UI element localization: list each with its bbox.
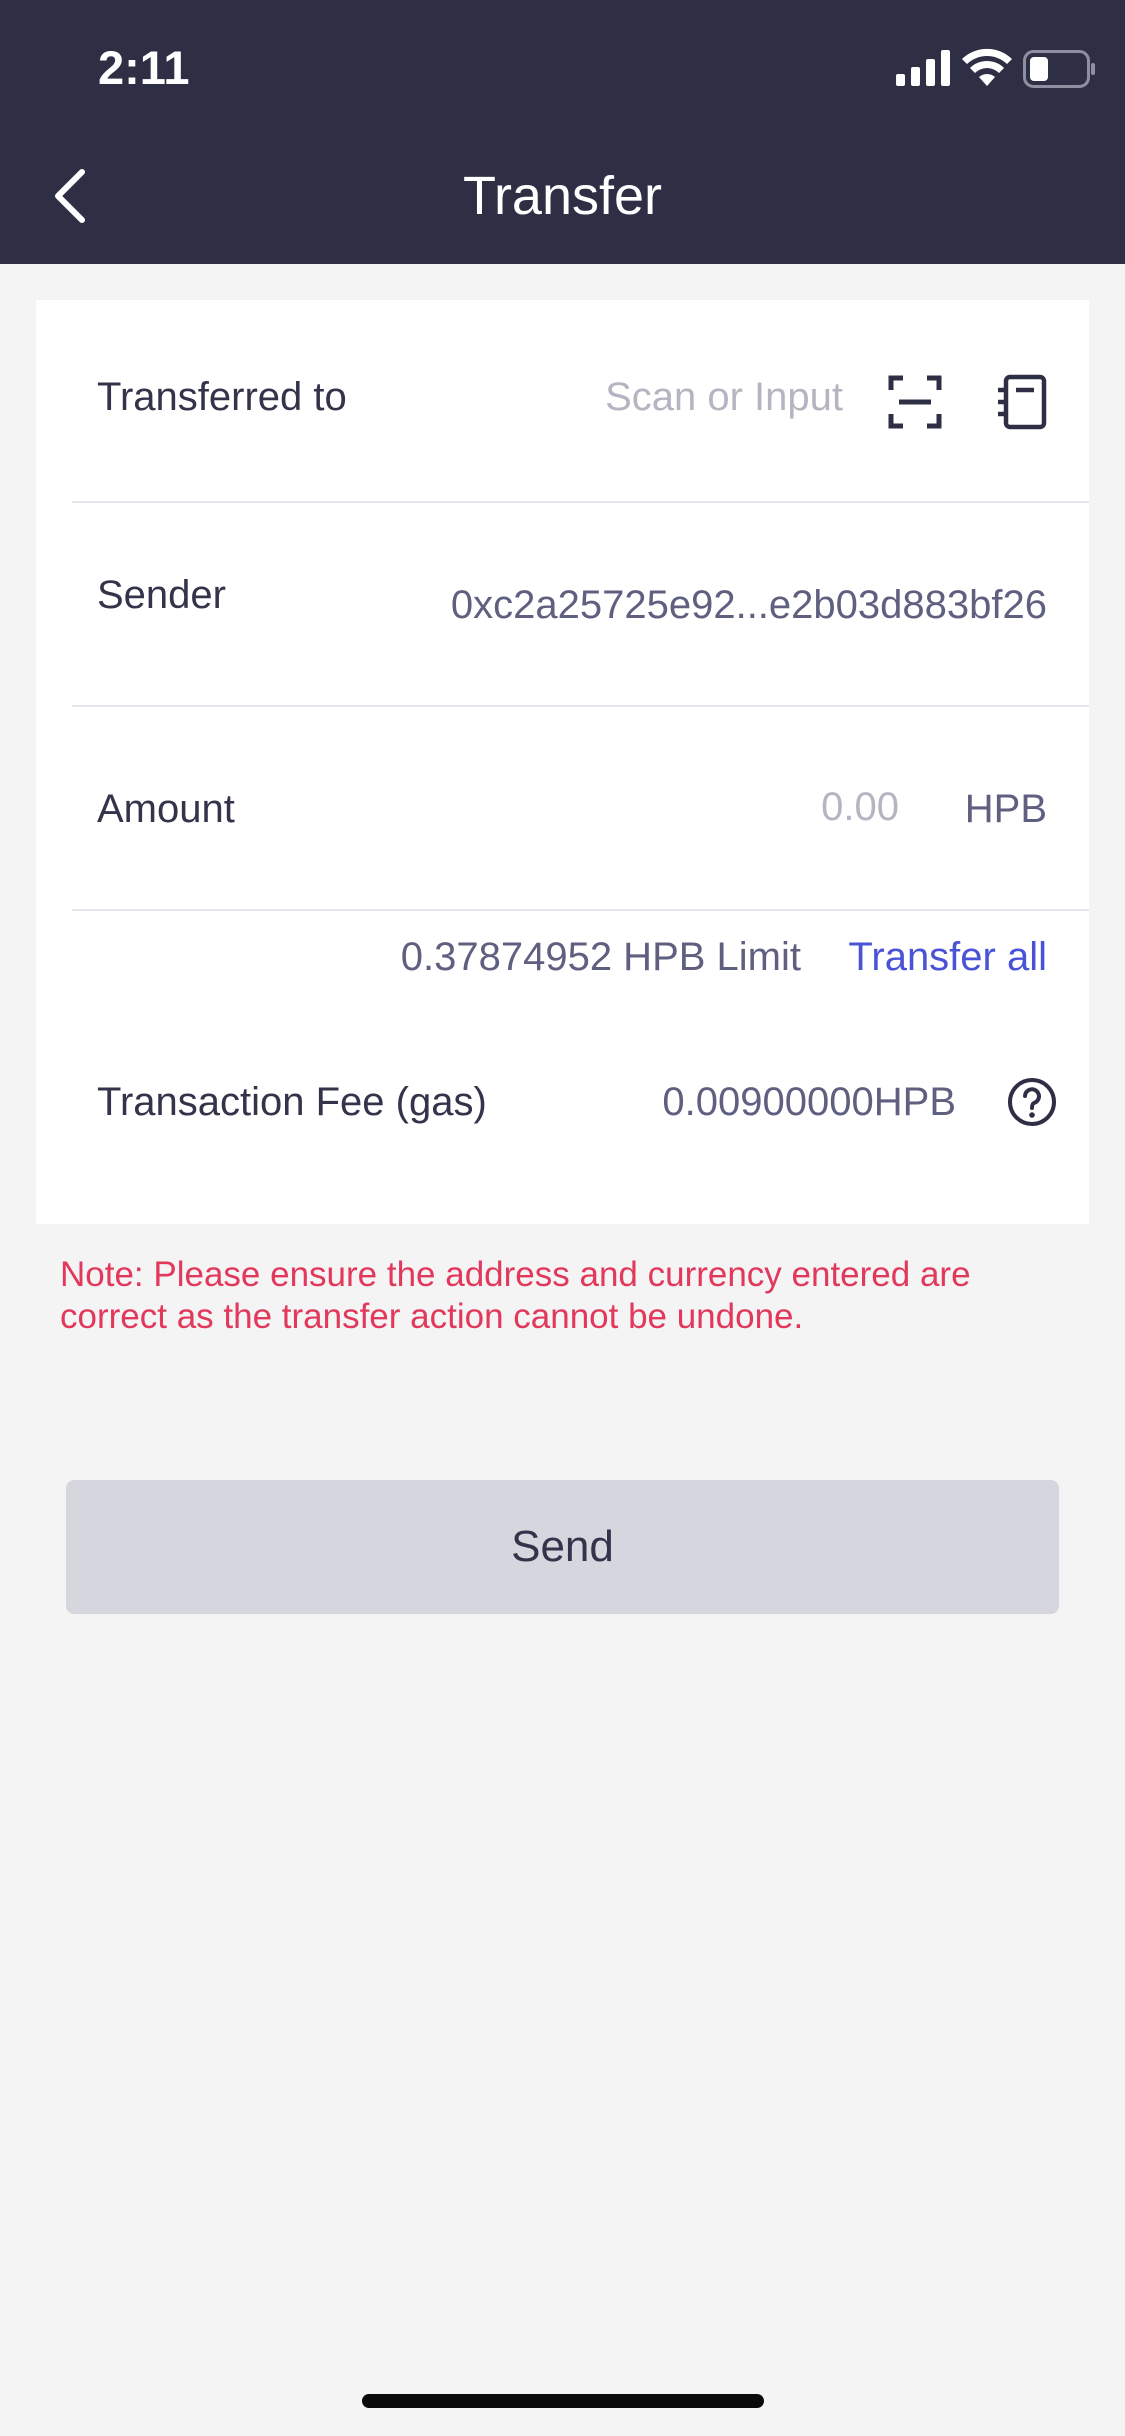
question-circle-icon[interactable] — [1006, 1076, 1058, 1128]
recipient-label: Transferred to — [97, 375, 347, 419]
amount-unit: HPB — [964, 787, 1047, 831]
balance-limit: 0.37874952 HPB Limit — [400, 935, 801, 979]
warning-note: Note: Please ensure the address and curr… — [60, 1255, 971, 1336]
scan-icon[interactable] — [887, 374, 943, 430]
recipient-input[interactable]: Scan or Input — [605, 375, 843, 420]
send-button[interactable]: Send — [66, 1480, 1059, 1614]
transfer-form-card: Transferred to Scan or Input Sender 0xc2… — [36, 300, 1089, 1224]
amount-label: Amount — [97, 787, 235, 831]
fee-value: 0.00900000HPB — [662, 1080, 956, 1124]
recipient-row: Transferred to Scan or Input — [36, 300, 1089, 502]
sender-row: Sender 0xc2a25725e92...e2b03d883bf26 — [36, 503, 1089, 705]
page-title: Transfer — [462, 166, 663, 226]
transfer-all-link[interactable]: Transfer all — [848, 935, 1047, 980]
app-header: 2:11 Transfer — [0, 0, 1125, 264]
home-indicator — [362, 2394, 764, 2408]
sender-label: Sender — [97, 573, 226, 617]
amount-input[interactable]: 0.00 — [821, 785, 899, 830]
limit-row: 0.37874952 HPB Limit Transfer all — [36, 911, 1089, 1011]
wifi-icon — [962, 48, 1012, 86]
battery-icon — [1023, 50, 1095, 88]
fee-row: Transaction Fee (gas) 0.00900000HPB — [36, 1040, 1089, 1180]
status-time: 2:11 — [98, 41, 190, 94]
fee-label: Transaction Fee (gas) — [97, 1080, 487, 1124]
sender-address: 0xc2a25725e92...e2b03d883bf26 — [450, 583, 1047, 627]
amount-row: Amount 0.00 HPB — [36, 707, 1089, 909]
address-book-icon[interactable] — [994, 374, 1050, 430]
signal-icon — [896, 50, 950, 86]
